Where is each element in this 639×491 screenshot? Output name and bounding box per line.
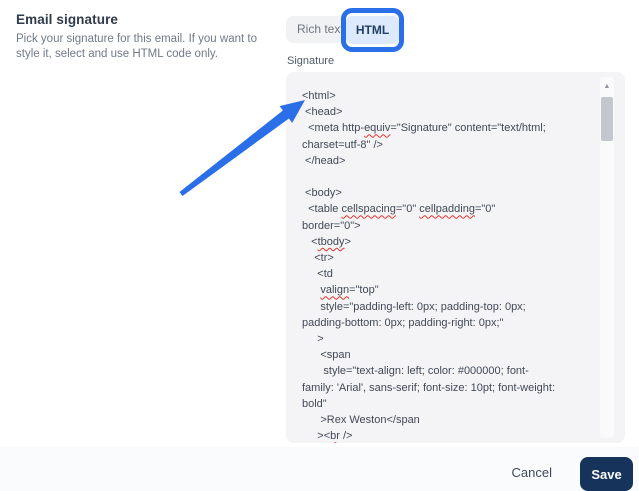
html-tab-button[interactable]: HTML — [346, 16, 399, 44]
signature-html-code[interactable]: <html> <head> <meta http-equiv="Signatur… — [302, 88, 595, 443]
cancel-button[interactable]: Cancel — [512, 465, 552, 480]
scrollbar-track[interactable]: ▲ — [600, 77, 614, 438]
setting-description: Pick your signature for this email. If y… — [16, 32, 278, 62]
signature-field-label: Signature — [287, 55, 334, 67]
annotation-highlight-ring: HTML — [341, 8, 404, 52]
setting-info: Email signature Pick your signature for … — [16, 12, 278, 62]
email-signature-settings-panel: Email signature Pick your signature for … — [0, 0, 639, 491]
signature-code-textarea[interactable]: <html> <head> <meta http-equiv="Signatur… — [286, 72, 625, 443]
scrollbar-thumb[interactable] — [601, 97, 613, 141]
setting-title: Email signature — [16, 12, 278, 27]
save-button[interactable]: Save — [580, 457, 633, 491]
scrollbar-up-arrow-icon[interactable]: ▲ — [600, 83, 614, 91]
